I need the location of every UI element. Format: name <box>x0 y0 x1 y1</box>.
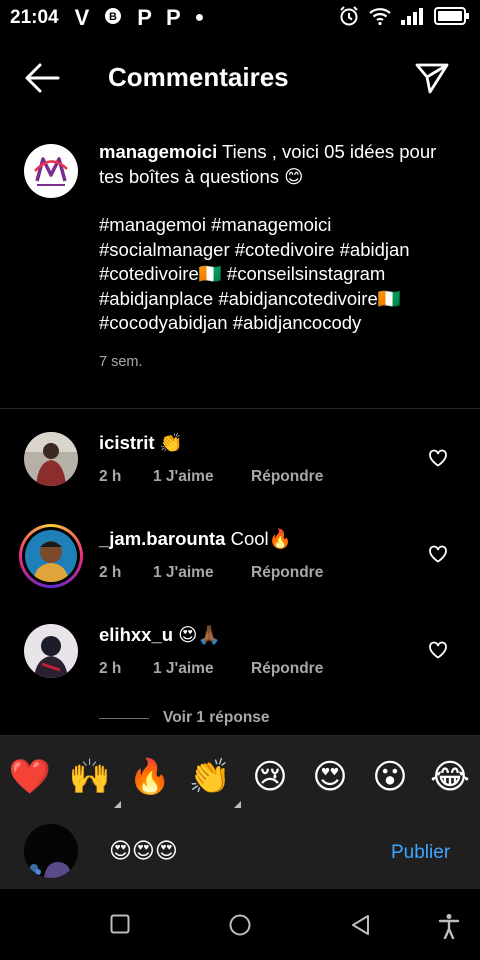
comment-time: 2 h <box>99 660 122 677</box>
wifi-icon <box>368 6 392 31</box>
view-replies-label: Voir 1 réponse <box>163 709 270 726</box>
like-button[interactable] <box>428 544 448 564</box>
comment-username[interactable]: _jam.barounta <box>99 528 225 549</box>
emoji-laugh-button[interactable]: 😂 <box>425 760 475 794</box>
caption-hashtags[interactable]: #managemoi #managemoici #socialmanager #… <box>99 213 439 336</box>
battery-icon <box>434 6 470 31</box>
caption-username[interactable]: managemoici <box>99 141 217 162</box>
avatar[interactable] <box>19 524 83 588</box>
comment-meta: 2 h 1 J'aime Répondre <box>99 660 323 678</box>
reply-button[interactable]: Répondre <box>251 564 323 582</box>
comment-meta: 2 h 1 J'aime Répondre <box>99 564 323 582</box>
comment-time: 2 h <box>99 468 122 485</box>
comment-body: 😍🙏🏾 <box>173 624 221 645</box>
send-icon <box>415 63 449 94</box>
comment-username[interactable]: icistrit <box>99 432 155 453</box>
header: Commentaires <box>0 48 480 108</box>
back-nav-button[interactable] <box>349 913 373 937</box>
comment-input[interactable]: 😍😍😍 <box>109 839 369 864</box>
comment-body: 👏 <box>154 432 183 453</box>
emoji-wow-button[interactable]: 😮 <box>365 760 415 794</box>
comment-text: _jam.barounta Cool🔥 <box>99 528 292 550</box>
emoji-cry-button[interactable]: 😢 <box>245 760 295 794</box>
comment-item: icistrit 👏 2 h 1 J'aime Répondre <box>0 424 480 504</box>
arrow-left-icon <box>25 63 60 93</box>
heart-icon <box>429 641 447 659</box>
comment-likes[interactable]: 1 J'aime <box>153 660 251 678</box>
skin-tone-indicator <box>234 800 241 808</box>
signal-icon <box>400 6 426 31</box>
reply-button[interactable]: Répondre <box>251 468 323 486</box>
caption-body: managemoici Tiens , voici 05 idées pour … <box>99 140 439 374</box>
triangle-back-icon <box>352 915 369 935</box>
circle-icon <box>229 914 251 936</box>
system-nav-bar <box>0 889 480 960</box>
divider <box>0 408 480 409</box>
comment-item: elihxx_u 😍🙏🏾 2 h 1 J'aime Répondre <box>0 616 480 696</box>
comment-text: elihxx_u 😍🙏🏾 <box>99 624 221 646</box>
like-button[interactable] <box>428 448 448 468</box>
caption-timestamp: 7 sem. <box>99 353 143 370</box>
square-icon <box>110 914 130 934</box>
story-ring <box>22 527 80 585</box>
avatar <box>24 824 78 878</box>
status-bar: 21:04 V B P P ● <box>0 0 480 36</box>
replies-line <box>99 717 149 719</box>
comment-likes[interactable]: 1 J'aime <box>153 564 251 582</box>
comment-username[interactable]: elihxx_u <box>99 624 173 645</box>
home-button[interactable] <box>228 913 252 937</box>
emoji-quick-bar: ❤️ 🙌 🔥 👏 😢 😍 😮 😂 <box>0 735 480 817</box>
managemoi-logo-icon <box>34 157 68 186</box>
back-button[interactable] <box>24 62 60 94</box>
v-notification-icon: V <box>74 5 90 30</box>
heart-icon <box>429 449 447 467</box>
publish-button[interactable]: Publier <box>391 842 450 864</box>
avatar-image <box>24 432 78 486</box>
comment-item: _jam.barounta Cool🔥 2 h 1 J'aime Répondr… <box>0 520 480 600</box>
like-button[interactable] <box>428 640 448 660</box>
heart-icon <box>429 545 447 563</box>
svg-text:B: B <box>109 11 117 23</box>
dot-icon: ● <box>194 9 205 26</box>
emoji-heart-eyes-button[interactable]: 😍 <box>305 760 355 794</box>
notification-icons: V B P P ● <box>75 5 205 31</box>
comment-body: Cool🔥 <box>225 528 292 549</box>
p-notification-icon: P <box>137 5 152 30</box>
avatar-image <box>24 824 78 878</box>
status-time: 21:04 <box>10 7 59 28</box>
page-title: Commentaires <box>108 62 289 92</box>
avatar[interactable] <box>24 432 78 486</box>
p-notification-icon-2: P <box>165 5 181 30</box>
alarm-icon <box>338 5 360 32</box>
reply-button[interactable]: Répondre <box>251 660 323 678</box>
comment-likes[interactable]: 1 J'aime <box>153 468 251 486</box>
emoji-clap: 👏 <box>188 756 232 797</box>
avatar[interactable] <box>24 624 78 678</box>
emoji-heart-button[interactable]: ❤️ <box>5 760 55 794</box>
skin-tone-indicator <box>114 800 121 808</box>
emoji-clap-button[interactable]: 👏 <box>185 756 241 808</box>
comment-text: icistrit 👏 <box>99 432 183 454</box>
accessibility-button[interactable] <box>438 913 462 940</box>
comment-meta: 2 h 1 J'aime Répondre <box>99 468 323 486</box>
comment-time: 2 h <box>99 564 122 581</box>
emoji-raised-hands-button[interactable]: 🙌 <box>65 756 121 808</box>
share-button[interactable] <box>414 60 450 96</box>
system-icons <box>338 5 470 32</box>
avatar-image <box>24 624 78 678</box>
accessibility-icon <box>438 914 460 940</box>
avatar[interactable] <box>24 144 78 198</box>
comment-composer: 😍😍😍 Publier <box>0 817 480 889</box>
vpn-icon: B <box>103 6 123 31</box>
emoji-raised-hands: 🙌 <box>68 756 112 797</box>
view-replies-button[interactable]: Voir 1 réponse <box>99 709 270 727</box>
recents-button[interactable] <box>109 913 133 937</box>
avatar-image <box>25 530 77 582</box>
emoji-fire-button[interactable]: 🔥 <box>125 760 175 794</box>
